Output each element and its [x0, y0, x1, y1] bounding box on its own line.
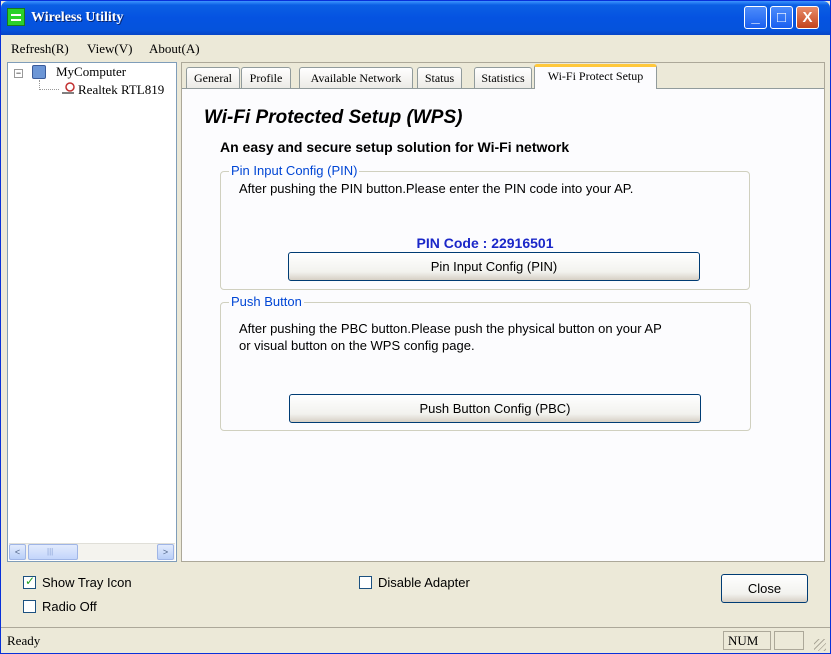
- disable-adapter-option[interactable]: Disable Adapter: [359, 575, 470, 590]
- close-button[interactable]: Close: [721, 574, 808, 603]
- show-tray-icon-checkbox[interactable]: [23, 574, 36, 589]
- window-title: Wireless Utility: [31, 10, 124, 25]
- pin-description: After pushing the PIN button.Please ente…: [239, 181, 634, 196]
- wireless-utility-window: Wireless Utility _ □ X Refresh(R) View(V…: [0, 0, 831, 654]
- pin-code-value: 22916501: [491, 235, 554, 251]
- maximize-button[interactable]: □: [770, 6, 793, 29]
- scroll-left-icon[interactable]: <: [9, 544, 26, 560]
- pbc-description-line2: or visual button on the WPS config page.: [239, 338, 475, 353]
- menu-about[interactable]: About(A): [149, 41, 200, 57]
- pin-input-config-button[interactable]: Pin Input Config (PIN): [288, 252, 700, 281]
- tab-profile[interactable]: Profile: [241, 67, 291, 88]
- app-icon: [7, 8, 25, 26]
- menu-view[interactable]: View(V): [87, 41, 132, 57]
- disable-adapter-checkbox[interactable]: [359, 576, 372, 589]
- network-adapter-icon: [62, 82, 75, 94]
- radio-off-option[interactable]: Radio Off: [23, 599, 97, 614]
- tree-item-mycomputer[interactable]: MyComputer: [56, 64, 126, 80]
- settings-pane: General Profile Available Network Status…: [181, 62, 825, 562]
- page-title: Wi-Fi Protected Setup (WPS): [204, 107, 463, 128]
- disable-adapter-label: Disable Adapter: [378, 575, 470, 590]
- wps-tab-page: Wi-Fi Protected Setup (WPS) An easy and …: [182, 88, 824, 561]
- status-bar: Ready NUM: [1, 627, 830, 654]
- computer-icon: [32, 65, 46, 79]
- num-lock-indicator: NUM: [723, 631, 771, 650]
- tab-statistics[interactable]: Statistics: [474, 67, 532, 88]
- push-button-config-button[interactable]: Push Button Config (PBC): [289, 394, 701, 423]
- show-tray-icon-option[interactable]: Show Tray Icon: [23, 574, 132, 590]
- status-text: Ready: [7, 633, 41, 648]
- scroll-thumb[interactable]: |||: [28, 544, 78, 560]
- tab-wifi-protect-setup[interactable]: Wi-Fi Protect Setup: [534, 64, 657, 89]
- radio-off-checkbox[interactable]: [23, 600, 36, 613]
- tree-connector: [39, 80, 59, 90]
- page-subtitle: An easy and secure setup solution for Wi…: [220, 139, 570, 155]
- scroll-grip-icon: |||: [47, 547, 54, 556]
- menu-refresh[interactable]: Refresh(R): [11, 41, 69, 57]
- device-tree: − MyComputer Realtek RTL819 < ||| >: [7, 62, 177, 562]
- show-tray-icon-label: Show Tray Icon: [42, 575, 132, 590]
- pin-code-label: PIN Code :: [416, 235, 488, 251]
- tab-available-network[interactable]: Available Network: [299, 67, 413, 88]
- tree-item-adapter[interactable]: Realtek RTL819: [78, 82, 164, 98]
- pin-group-legend: Pin Input Config (PIN): [229, 163, 360, 178]
- push-button-groupbox: Push Button After pushing the PBC button…: [220, 294, 751, 431]
- minimize-button[interactable]: _: [744, 6, 767, 29]
- pin-code-display: PIN Code : 22916501: [221, 235, 749, 251]
- pin-groupbox: Pin Input Config (PIN) After pushing the…: [220, 163, 750, 290]
- resize-grip-icon[interactable]: [814, 639, 826, 651]
- tab-general[interactable]: General: [186, 67, 240, 88]
- push-button-group-legend: Push Button: [229, 294, 304, 309]
- status-pane: [774, 631, 804, 650]
- tree-horizontal-scrollbar[interactable]: < ||| >: [9, 543, 175, 560]
- collapse-icon[interactable]: −: [14, 69, 23, 78]
- radio-off-label: Radio Off: [42, 599, 97, 614]
- scroll-right-icon[interactable]: >: [157, 544, 174, 560]
- close-window-button[interactable]: X: [796, 6, 819, 29]
- tab-status[interactable]: Status: [417, 67, 462, 88]
- title-bar[interactable]: Wireless Utility _ □ X: [1, 1, 830, 35]
- pbc-description-line1: After pushing the PBC button.Please push…: [239, 321, 662, 336]
- menu-bar: Refresh(R) View(V) About(A): [1, 38, 830, 60]
